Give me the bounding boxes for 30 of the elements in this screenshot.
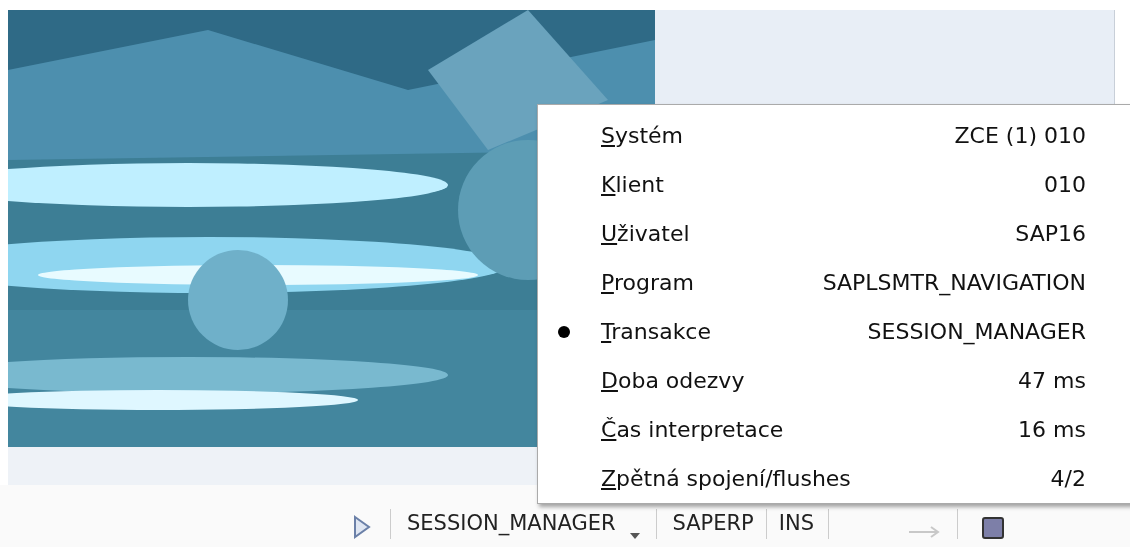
window-icon[interactable] (982, 517, 1005, 539)
menu-item[interactable]: Uživatel SAP16 (538, 209, 1130, 258)
menu-item-value: SAP16 (1015, 220, 1086, 248)
menu-item-value: 010 (1044, 171, 1086, 199)
menu-item[interactable]: Doba odezvy 47 ms (538, 356, 1130, 405)
menu-item-value: 4/2 (1050, 465, 1086, 493)
menu-item-label: Doba odezvy (601, 367, 745, 395)
menu-item-value: 47 ms (1018, 367, 1086, 395)
menu-item[interactable]: Program SAPLSMTR_NAVIGATION (538, 258, 1130, 307)
menu-item-label: Program (601, 269, 694, 297)
menu-item-value: ZCE (1) 010 (954, 122, 1086, 150)
menu-item-value: SAPLSMTR_NAVIGATION (822, 269, 1086, 298)
menu-item-value: 16 ms (1018, 416, 1086, 444)
menu-item-value: SESSION_MANAGER (867, 318, 1086, 347)
transaction-label: SESSION_MANAGER (407, 509, 616, 538)
menu-item[interactable]: Transakce SESSION_MANAGER (538, 307, 1130, 356)
menu-item-label: Zpětná spojení/flushes (601, 465, 851, 493)
mode-label: INS (778, 509, 815, 537)
menu-item-label: Čas interpretace (601, 416, 784, 444)
menu-item-label: Uživatel (601, 220, 690, 248)
menu-item-label: Klient (601, 171, 664, 199)
menu-item[interactable]: Zpětná spojení/flushes 4/2 (538, 454, 1130, 503)
system-label: SAPERP (672, 509, 754, 537)
menu-item[interactable]: Čas interpretace 16 ms (538, 405, 1130, 454)
menu-item-label: Transakce (601, 318, 711, 346)
menu-item[interactable]: Systém ZCE (1) 010 (538, 111, 1130, 160)
menu-item[interactable]: Klient 010 (538, 160, 1130, 209)
play-icon[interactable] (352, 515, 372, 539)
caret-icon[interactable] (629, 533, 640, 539)
menu-item-label: Systém (601, 122, 684, 150)
